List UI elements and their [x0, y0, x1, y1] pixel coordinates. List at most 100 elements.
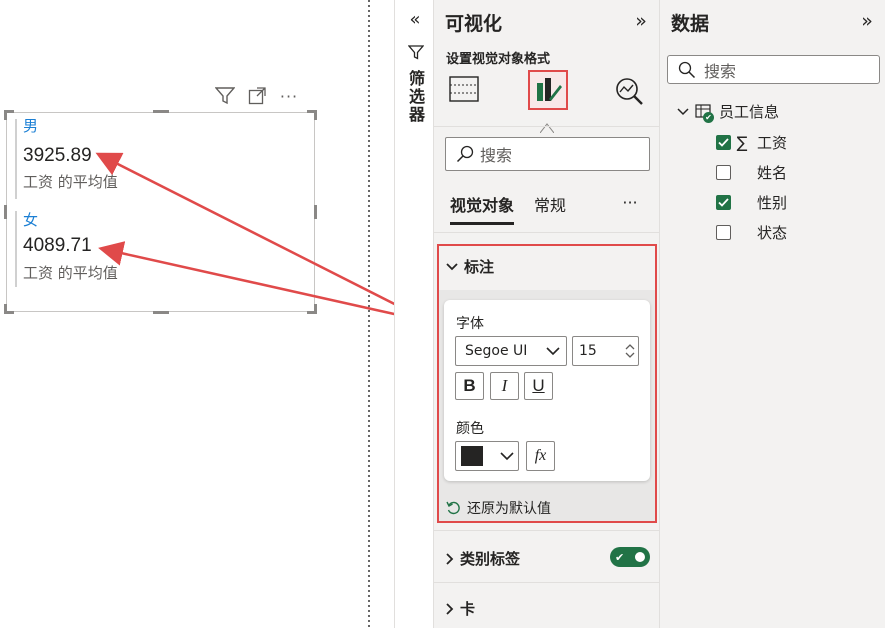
reset-to-default-link[interactable]: 还原为默认值	[446, 498, 551, 518]
table-icon: ✔	[695, 103, 714, 123]
resize-handle[interactable]	[314, 205, 317, 219]
font-label: 字体	[456, 316, 484, 332]
chevron-right-icon	[446, 552, 454, 565]
resize-handle[interactable]	[314, 110, 317, 120]
filter-pane-collapsed[interactable]: « 筛选器	[394, 0, 434, 628]
card-subtitle: 工资 的平均值	[23, 264, 118, 282]
search-input[interactable]: 搜索	[667, 55, 880, 84]
chevron-right-icon	[446, 602, 454, 615]
format-visual-icon[interactable]	[528, 70, 568, 110]
card-row-accent-bar	[15, 119, 17, 199]
multi-row-card[interactable]: 男 3925.89 工资 的平均值 女 4089.71 工资 的平均值	[4, 110, 317, 314]
chevron-down-icon	[446, 262, 458, 270]
check-icon: ✔	[615, 550, 625, 564]
divider	[434, 582, 660, 583]
divider	[434, 126, 660, 127]
card-category-label: 女	[23, 211, 39, 229]
section-header-card[interactable]: 卡	[446, 598, 475, 619]
field-row[interactable]: 状态	[716, 222, 787, 243]
field-row[interactable]: 性别	[716, 192, 787, 213]
filter-icon[interactable]	[214, 85, 236, 107]
format-tabs: 视觉对象 常规	[450, 192, 566, 225]
filter-icon	[407, 44, 425, 62]
field-row[interactable]: 姓名	[716, 162, 787, 183]
field-checkbox[interactable]	[716, 195, 731, 210]
resize-handle[interactable]	[153, 110, 169, 113]
field-name: 姓名	[757, 164, 788, 182]
field-checkbox[interactable]	[716, 135, 731, 150]
color-swatch	[461, 446, 483, 466]
section-title: 标注	[464, 258, 495, 276]
field-checkbox[interactable]	[716, 165, 731, 180]
filter-pane-label: 筛选器	[406, 70, 425, 124]
search-icon	[456, 145, 474, 163]
more-options-icon[interactable]: ···	[618, 192, 642, 212]
section-title: 类别标签	[460, 550, 521, 568]
field-row[interactable]: ∑ 工资	[716, 132, 787, 153]
card-category-label: 男	[23, 117, 39, 135]
font-family-dropdown[interactable]: Segoe UI	[455, 336, 567, 366]
focus-mode-icon[interactable]	[246, 85, 268, 107]
chevron-down-icon	[677, 107, 689, 115]
resize-handle[interactable]	[4, 304, 7, 314]
search-input[interactable]: 搜索	[445, 137, 650, 171]
pane-title: 可视化	[445, 13, 503, 35]
section-header-category-label[interactable]: 类别标签	[446, 548, 520, 569]
category-label-toggle[interactable]: ✔	[610, 547, 650, 567]
chevron-down-icon	[500, 451, 514, 460]
double-chevron-left-icon[interactable]: «	[403, 8, 427, 30]
data-pane: 数据 » 搜索 ✔ 员工信息 ∑ 工资 姓名 性别 状态	[660, 0, 885, 628]
divider	[434, 530, 660, 531]
table-name: 员工信息	[719, 103, 780, 121]
tab-visual[interactable]: 视觉对象	[450, 192, 515, 225]
card-row-accent-bar	[15, 211, 17, 287]
chevron-down-icon	[546, 346, 560, 355]
section-title: 卡	[460, 600, 476, 618]
card-value: 3925.89	[23, 145, 92, 166]
visualizations-pane: 可视化 » 设置视觉对象格式 搜索 视觉对象 常规 ··· 标注 字体 Sego…	[434, 0, 660, 628]
italic-button[interactable]: I	[490, 372, 519, 400]
stepper-arrows-icon[interactable]	[625, 344, 635, 358]
color-label: 颜色	[456, 421, 484, 437]
reset-icon	[446, 501, 460, 514]
section-header-callout[interactable]: 标注	[446, 256, 494, 277]
visual-header: ···	[214, 84, 314, 108]
toggle-knob	[635, 552, 645, 562]
conditional-formatting-fx-button[interactable]: fx	[526, 441, 555, 471]
card-subtitle: 工资 的平均值	[23, 173, 118, 191]
resize-handle[interactable]	[314, 304, 317, 314]
sigma-icon: ∑	[736, 133, 748, 152]
field-name: 状态	[757, 224, 788, 242]
field-name: 性别	[757, 194, 788, 212]
double-chevron-right-icon[interactable]: »	[856, 10, 878, 32]
table-node[interactable]: ✔ 员工信息	[677, 101, 780, 123]
analytics-icon[interactable]	[612, 74, 646, 108]
report-canvas: ··· 男 3925.89 工资 的平均值 女 4089.71 工资 的平均值	[0, 0, 370, 628]
field-checkbox[interactable]	[716, 225, 731, 240]
resize-handle[interactable]	[153, 311, 169, 314]
canvas-divider	[368, 0, 370, 628]
field-name: 工资	[757, 134, 788, 152]
format-visual-subtitle: 设置视觉对象格式	[446, 52, 551, 67]
card-value: 4089.71	[23, 235, 92, 256]
callout-format-card: 字体 Segoe UI 15 B I U 颜色 fx	[444, 300, 650, 481]
reset-label: 还原为默认值	[467, 501, 551, 517]
resize-handle[interactable]	[4, 205, 7, 219]
more-options-icon[interactable]: ···	[278, 85, 300, 107]
bold-button[interactable]: B	[455, 372, 484, 400]
font-family-value: Segoe UI	[465, 343, 528, 359]
pane-title: 数据	[671, 13, 710, 35]
search-placeholder: 搜索	[704, 61, 737, 81]
resize-handle[interactable]	[4, 110, 7, 120]
font-size-value: 15	[579, 343, 597, 359]
search-placeholder: 搜索	[480, 146, 513, 165]
underline-button[interactable]: U	[524, 372, 553, 400]
tab-general[interactable]: 常规	[534, 192, 566, 225]
divider	[434, 232, 660, 233]
search-icon	[678, 61, 696, 79]
build-visual-icon[interactable]	[447, 72, 481, 106]
color-picker-dropdown[interactable]	[455, 441, 519, 471]
font-size-stepper[interactable]: 15	[572, 336, 639, 366]
double-chevron-right-icon[interactable]: »	[630, 10, 652, 32]
check-icon: ✔	[703, 111, 714, 123]
